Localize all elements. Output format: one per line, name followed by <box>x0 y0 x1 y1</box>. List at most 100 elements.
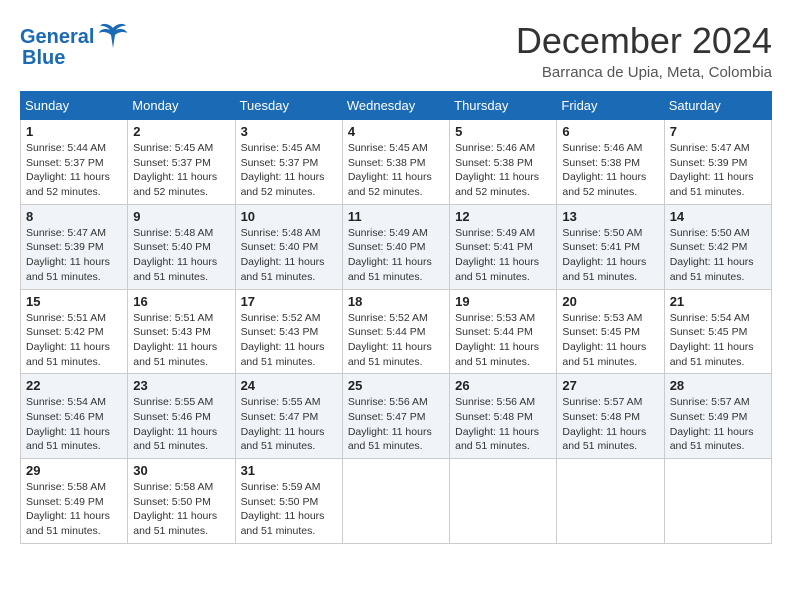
day-number: 2 <box>133 124 229 139</box>
day-cell: 1 Sunrise: 5:44 AMSunset: 5:37 PMDaylight… <box>21 120 128 205</box>
location-text: Barranca de Upia, Meta, Colombia <box>516 64 772 81</box>
day-number: 19 <box>455 294 551 309</box>
day-number: 15 <box>26 294 122 309</box>
day-info: Sunrise: 5:56 AMSunset: 5:48 PMDaylight:… <box>455 395 551 454</box>
logo-bird-icon <box>98 20 128 53</box>
day-cell <box>342 459 449 544</box>
logo-blue: Blue <box>22 47 65 70</box>
day-cell: 3 Sunrise: 5:45 AMSunset: 5:37 PMDaylight… <box>235 120 342 205</box>
day-info: Sunrise: 5:55 AMSunset: 5:46 PMDaylight:… <box>133 395 229 454</box>
weekday-header-friday: Friday <box>557 92 664 120</box>
day-cell: 29 Sunrise: 5:58 AMSunset: 5:49 PMDayligh… <box>21 459 128 544</box>
weekday-header-thursday: Thursday <box>450 92 557 120</box>
day-cell: 17Sunrise: 5:52 AMSunset: 5:43 PMDayligh… <box>235 289 342 374</box>
day-number: 14 <box>670 209 766 224</box>
day-info: Sunrise: 5:53 AMSunset: 5:44 PMDaylight:… <box>455 311 551 370</box>
day-cell: 28 Sunrise: 5:57 AMSunset: 5:49 PMDayligh… <box>664 374 771 459</box>
day-info: Sunrise: 5:54 AMSunset: 5:45 PMDaylight:… <box>670 311 766 370</box>
title-section: December 2024 Barranca de Upia, Meta, Co… <box>516 20 772 81</box>
day-info: Sunrise: 5:52 AMSunset: 5:44 PMDaylight:… <box>348 311 444 370</box>
day-number: 4 <box>348 124 444 139</box>
day-number: 9 <box>133 209 229 224</box>
day-cell: 20Sunrise: 5:53 AMSunset: 5:45 PMDayligh… <box>557 289 664 374</box>
day-number: 27 <box>562 378 658 393</box>
day-info: Sunrise: 5:54 AMSunset: 5:46 PMDaylight:… <box>26 395 122 454</box>
day-cell <box>664 459 771 544</box>
weekday-header-monday: Monday <box>128 92 235 120</box>
day-cell: 27Sunrise: 5:57 AMSunset: 5:48 PMDayligh… <box>557 374 664 459</box>
day-number: 8 <box>26 209 122 224</box>
day-info: Sunrise: 5:51 AMSunset: 5:43 PMDaylight:… <box>133 311 229 370</box>
day-number: 29 <box>26 463 122 478</box>
day-cell: 10Sunrise: 5:48 AMSunset: 5:40 PMDayligh… <box>235 204 342 289</box>
weekday-header-tuesday: Tuesday <box>235 92 342 120</box>
day-cell: 12Sunrise: 5:49 AMSunset: 5:41 PMDayligh… <box>450 204 557 289</box>
day-info: Sunrise: 5:57 AMSunset: 5:49 PMDaylight:… <box>670 395 766 454</box>
day-cell: 21 Sunrise: 5:54 AMSunset: 5:45 PMDayligh… <box>664 289 771 374</box>
day-info: Sunrise: 5:50 AMSunset: 5:42 PMDaylight:… <box>670 226 766 285</box>
day-number: 18 <box>348 294 444 309</box>
day-cell: 7 Sunrise: 5:47 AMSunset: 5:39 PMDaylight… <box>664 120 771 205</box>
day-cell: 26 Sunrise: 5:56 AMSunset: 5:48 PMDayligh… <box>450 374 557 459</box>
day-cell <box>557 459 664 544</box>
day-number: 1 <box>26 124 122 139</box>
day-info: Sunrise: 5:58 AMSunset: 5:50 PMDaylight:… <box>133 480 229 539</box>
day-cell: 13Sunrise: 5:50 AMSunset: 5:41 PMDayligh… <box>557 204 664 289</box>
day-number: 20 <box>562 294 658 309</box>
weekday-header-row: SundayMondayTuesdayWednesdayThursdayFrid… <box>21 92 772 120</box>
week-row-4: 22Sunrise: 5:54 AMSunset: 5:46 PMDayligh… <box>21 374 772 459</box>
day-info: Sunrise: 5:51 AMSunset: 5:42 PMDaylight:… <box>26 311 122 370</box>
day-cell <box>450 459 557 544</box>
day-number: 24 <box>241 378 337 393</box>
week-row-1: 1 Sunrise: 5:44 AMSunset: 5:37 PMDaylight… <box>21 120 772 205</box>
day-cell: 9 Sunrise: 5:48 AMSunset: 5:40 PMDaylight… <box>128 204 235 289</box>
day-cell: 11 Sunrise: 5:49 AMSunset: 5:40 PMDayligh… <box>342 204 449 289</box>
week-row-2: 8 Sunrise: 5:47 AMSunset: 5:39 PMDaylight… <box>21 204 772 289</box>
day-cell: 16 Sunrise: 5:51 AMSunset: 5:43 PMDayligh… <box>128 289 235 374</box>
day-number: 23 <box>133 378 229 393</box>
day-cell: 19 Sunrise: 5:53 AMSunset: 5:44 PMDayligh… <box>450 289 557 374</box>
day-cell: 25Sunrise: 5:56 AMSunset: 5:47 PMDayligh… <box>342 374 449 459</box>
day-number: 17 <box>241 294 337 309</box>
day-info: Sunrise: 5:45 AMSunset: 5:37 PMDaylight:… <box>241 141 337 200</box>
day-number: 10 <box>241 209 337 224</box>
logo-general: General <box>20 26 94 48</box>
page-header: General Blue December 2024 Barranca de U… <box>20 20 772 81</box>
day-info: Sunrise: 5:47 AMSunset: 5:39 PMDaylight:… <box>670 141 766 200</box>
day-cell: 23 Sunrise: 5:55 AMSunset: 5:46 PMDayligh… <box>128 374 235 459</box>
day-cell: 8 Sunrise: 5:47 AMSunset: 5:39 PMDaylight… <box>21 204 128 289</box>
day-info: Sunrise: 5:50 AMSunset: 5:41 PMDaylight:… <box>562 226 658 285</box>
day-info: Sunrise: 5:46 AMSunset: 5:38 PMDaylight:… <box>562 141 658 200</box>
day-cell: 14 Sunrise: 5:50 AMSunset: 5:42 PMDayligh… <box>664 204 771 289</box>
day-cell: 18 Sunrise: 5:52 AMSunset: 5:44 PMDayligh… <box>342 289 449 374</box>
day-number: 25 <box>348 378 444 393</box>
day-info: Sunrise: 5:59 AMSunset: 5:50 PMDaylight:… <box>241 480 337 539</box>
day-info: Sunrise: 5:45 AMSunset: 5:38 PMDaylight:… <box>348 141 444 200</box>
day-number: 31 <box>241 463 337 478</box>
day-cell: 24 Sunrise: 5:55 AMSunset: 5:47 PMDayligh… <box>235 374 342 459</box>
day-number: 7 <box>670 124 766 139</box>
weekday-header-wednesday: Wednesday <box>342 92 449 120</box>
day-info: Sunrise: 5:49 AMSunset: 5:40 PMDaylight:… <box>348 226 444 285</box>
day-number: 3 <box>241 124 337 139</box>
day-number: 21 <box>670 294 766 309</box>
day-number: 26 <box>455 378 551 393</box>
day-cell: 31 Sunrise: 5:59 AMSunset: 5:50 PMDayligh… <box>235 459 342 544</box>
day-info: Sunrise: 5:49 AMSunset: 5:41 PMDaylight:… <box>455 226 551 285</box>
weekday-header-saturday: Saturday <box>664 92 771 120</box>
day-info: Sunrise: 5:58 AMSunset: 5:49 PMDaylight:… <box>26 480 122 539</box>
day-info: Sunrise: 5:55 AMSunset: 5:47 PMDaylight:… <box>241 395 337 454</box>
day-cell: 30Sunrise: 5:58 AMSunset: 5:50 PMDayligh… <box>128 459 235 544</box>
week-row-3: 15 Sunrise: 5:51 AMSunset: 5:42 PMDayligh… <box>21 289 772 374</box>
day-info: Sunrise: 5:47 AMSunset: 5:39 PMDaylight:… <box>26 226 122 285</box>
day-number: 16 <box>133 294 229 309</box>
weekday-header-sunday: Sunday <box>21 92 128 120</box>
day-info: Sunrise: 5:48 AMSunset: 5:40 PMDaylight:… <box>133 226 229 285</box>
day-number: 11 <box>348 209 444 224</box>
logo: General Blue <box>20 20 128 70</box>
day-info: Sunrise: 5:46 AMSunset: 5:38 PMDaylight:… <box>455 141 551 200</box>
day-cell: 2Sunrise: 5:45 AMSunset: 5:37 PMDaylight… <box>128 120 235 205</box>
day-number: 6 <box>562 124 658 139</box>
day-info: Sunrise: 5:44 AMSunset: 5:37 PMDaylight:… <box>26 141 122 200</box>
day-number: 28 <box>670 378 766 393</box>
